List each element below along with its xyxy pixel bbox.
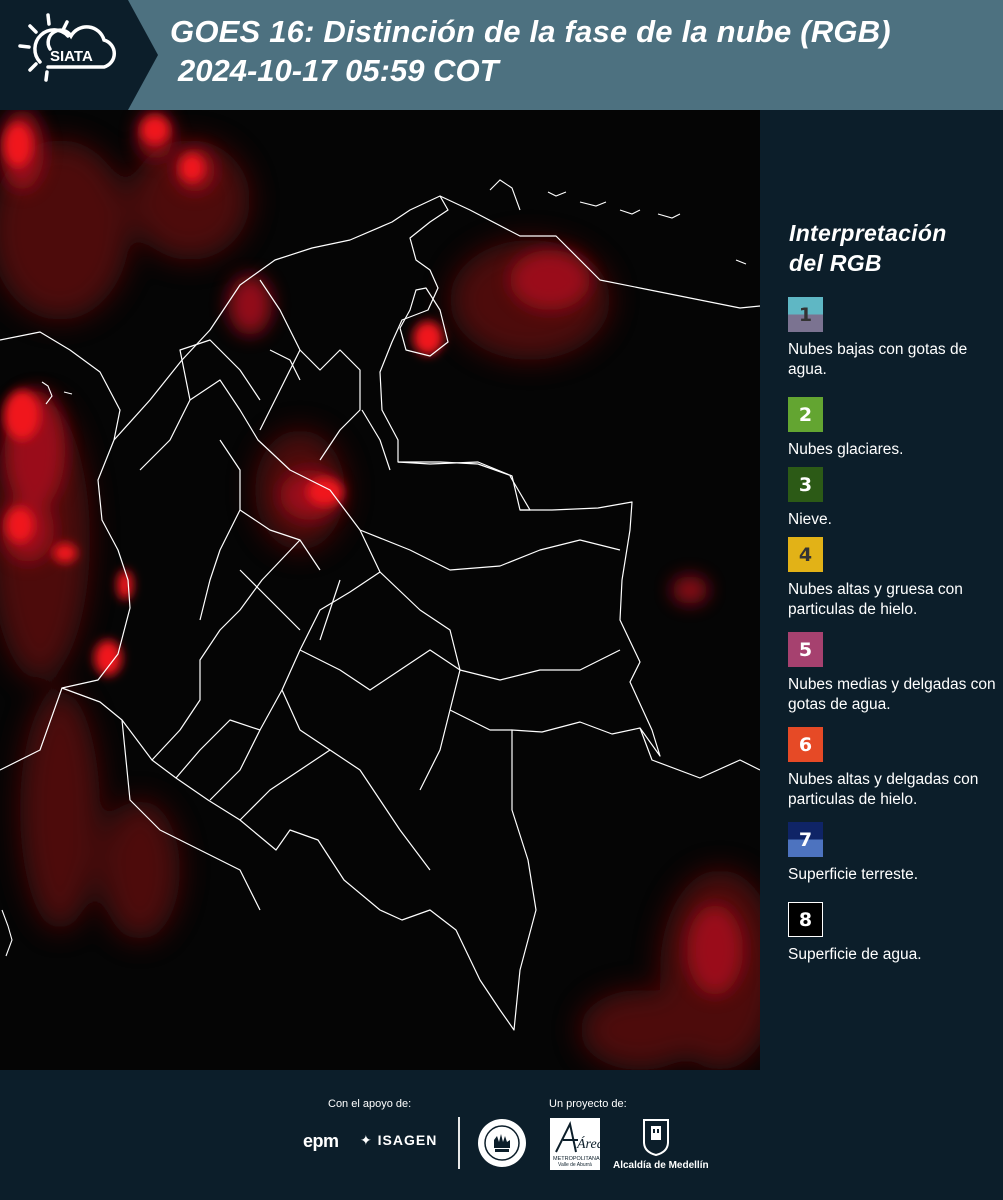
- isagen-logo: ✦ ISAGEN: [360, 1132, 437, 1149]
- legend-label-3: Nieve.: [788, 511, 832, 528]
- legend-number-2: 2: [798, 403, 813, 426]
- legend-swatch-5: 5: [788, 632, 823, 667]
- header-banner: SIATA GOES 16: Distinción de la fase de …: [0, 0, 1003, 110]
- legend-label-8: Superficie de agua.: [788, 946, 922, 963]
- legend-item-6: 6 Nubes altas y delgadas con particulas d…: [788, 727, 998, 810]
- seal-icon: [477, 1118, 527, 1173]
- siata-logo: SIATA: [0, 0, 158, 110]
- legend-item-1: 1 Nubes bajas con gotas de agua.: [788, 297, 998, 380]
- legend-number-8: 8: [798, 908, 813, 931]
- siata-logo-text: SIATA: [50, 48, 93, 65]
- epm-logo: epm: [303, 1131, 339, 1151]
- legend-label-1: Nubes bajas con gotas de agua.: [788, 341, 968, 378]
- satellite-map: [0, 110, 760, 1070]
- area-logo-sub2: Valle de Aburrá: [558, 1162, 592, 1168]
- legend-item-2: 2 Nubes glaciares.: [788, 397, 998, 460]
- legend-swatch-6: 6: [788, 727, 823, 762]
- legend-item-4: 4 Nubes altas y gruesa con particulas de …: [788, 537, 998, 620]
- legend-swatch-8: 8: [788, 902, 823, 937]
- alcaldia-shield-icon: [642, 1118, 670, 1161]
- legend-number-4: 4: [798, 543, 813, 566]
- legend-number-5: 5: [798, 638, 813, 661]
- legend-swatch-2: 2: [788, 397, 823, 432]
- legend-label-6: Nubes altas y delgadas con particulas de…: [788, 771, 979, 808]
- alcaldia-label: Alcaldía de Medellín: [613, 1160, 709, 1171]
- page-timestamp: 2024-10-17 05:59 COT: [178, 53, 499, 88]
- legend-label-7: Superficie terreste.: [788, 866, 919, 883]
- legend-item-3: 3 Nieve.: [788, 467, 998, 530]
- isagen-mark-icon: ✦: [360, 1132, 373, 1148]
- footer-divider: [458, 1117, 460, 1169]
- legend-title-line1: Interpretación: [789, 220, 947, 246]
- legend-number-3: 3: [798, 473, 813, 496]
- area-logo-text: Área: [576, 1135, 600, 1152]
- legend-swatch-3: 3: [788, 467, 823, 502]
- legend-swatch-1: 1: [788, 297, 823, 332]
- legend-swatch-7: 7: [788, 822, 823, 857]
- legend-title-line2: del RGB: [789, 250, 882, 276]
- legend-number-6: 6: [798, 733, 813, 756]
- legend-number-1: 1: [798, 303, 813, 326]
- legend-label-5: Nubes medias y delgadas con gotas de agu…: [788, 676, 996, 713]
- legend-swatch-4: 4: [788, 537, 823, 572]
- project-caption: Un proyecto de:: [549, 1098, 627, 1110]
- legend-item-8: 8 Superficie de agua.: [788, 902, 998, 965]
- legend-number-7: 7: [798, 828, 813, 851]
- legend-item-7: 7 Superficie terreste.: [788, 822, 998, 885]
- page-title: GOES 16: Distinción de la fase de la nub…: [170, 14, 891, 49]
- legend-item-5: 5 Nubes medias y delgadas con gotas de ag…: [788, 632, 998, 715]
- support-caption: Con el apoyo de:: [328, 1098, 412, 1110]
- legend-label-2: Nubes glaciares.: [788, 441, 904, 458]
- legend-panel: Interpretación del RGB 1 Nubes bajas con …: [760, 110, 1003, 1070]
- isagen-label: ISAGEN: [377, 1132, 438, 1148]
- legend-title: Interpretación del RGB: [789, 218, 947, 278]
- legend-label-4: Nubes altas y gruesa con particulas de h…: [788, 581, 963, 618]
- area-metropolitana-logo: Área METROPOLITANA Valle de Aburrá: [550, 1118, 604, 1170]
